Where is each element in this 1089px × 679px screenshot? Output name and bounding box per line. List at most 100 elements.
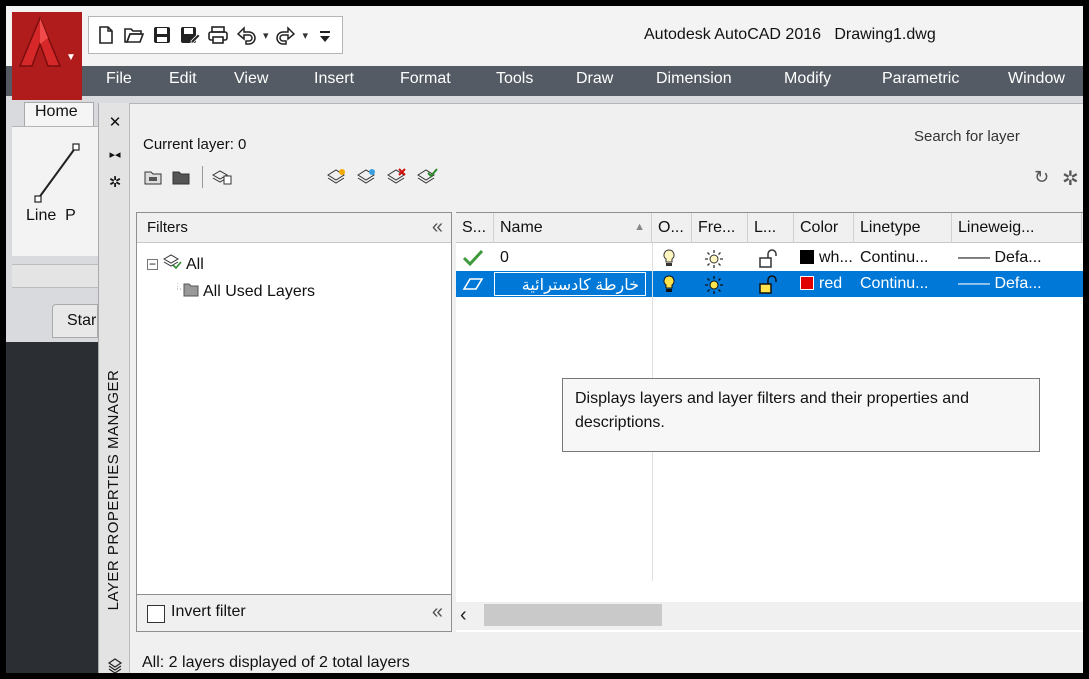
layer-color[interactable]: red (794, 271, 854, 297)
title-bar: ▾ ▾ Autodesk AutoCAD 2016 Drawing1.dwg (6, 6, 1083, 66)
menu-dimension[interactable]: Dimension (656, 70, 732, 88)
layer-linetype[interactable]: Continu... (854, 271, 952, 297)
layer-on-bulb-icon[interactable] (656, 271, 692, 297)
layer-toolbar (326, 166, 444, 186)
current-layer-label: Current layer: 0 (143, 136, 247, 153)
layer-color[interactable]: wh... (794, 245, 854, 271)
column-name[interactable]: Name ▲ (494, 213, 652, 243)
window-title: Autodesk AutoCAD 2016 Drawing1.dwg (644, 26, 936, 43)
tree-collapse-icon[interactable]: − (147, 258, 158, 270)
palette-title: LAYER PROPERTIES MANAGER (105, 369, 122, 611)
filter-tree-all-used[interactable]: All Used Layers (176, 281, 316, 302)
column-freeze[interactable]: Fre... (692, 213, 748, 243)
new-icon[interactable] (95, 24, 117, 46)
layer-name[interactable]: 0 (494, 245, 644, 271)
menu-file[interactable]: File (106, 70, 132, 88)
invert-filter-bar: Invert filter « (136, 594, 452, 632)
layer-lineweight[interactable]: —— Defa... (952, 245, 1082, 271)
palette-title-bar[interactable]: ✕ ▸◂ ✲ LAYER PROPERTIES MANAGER (98, 103, 130, 673)
new-layer-icon[interactable] (326, 166, 348, 186)
scroll-thumb[interactable] (484, 604, 662, 626)
filter-toolbar (142, 166, 239, 188)
open-icon[interactable] (123, 24, 145, 46)
menu-tools[interactable]: Tools (496, 70, 533, 88)
ribbon-area: Home Line P Star (6, 96, 98, 673)
toolbar-divider (202, 166, 203, 188)
menu-draw[interactable]: Draw (576, 70, 613, 88)
tooltip: Displays layers and layer filters and th… (562, 378, 1040, 452)
color-swatch (800, 276, 814, 290)
delete-layer-icon[interactable] (386, 166, 408, 186)
tab-start[interactable]: Star (52, 304, 98, 338)
column-on[interactable]: O... (652, 213, 692, 243)
layer-unlocked-icon[interactable] (752, 245, 794, 271)
customize-icon[interactable] (314, 24, 336, 46)
menu-modify[interactable]: Modify (784, 70, 831, 88)
menu-view[interactable]: View (234, 70, 268, 88)
filter-tree-all-used-label: All Used Layers (203, 282, 316, 300)
properties-gear-icon[interactable]: ✲ (107, 175, 123, 191)
color-swatch (800, 250, 814, 264)
tab-home[interactable]: Home (24, 102, 94, 126)
menu-parametric[interactable]: Parametric (882, 70, 959, 88)
layer-states-manager-icon[interactable] (211, 167, 233, 187)
column-linetype[interactable]: Linetype (854, 213, 952, 243)
column-color[interactable]: Color (794, 213, 854, 243)
invert-filter-checkbox[interactable] (147, 605, 165, 623)
layer-color-label: wh... (819, 249, 853, 266)
layer-thawed-sun-icon[interactable] (698, 271, 748, 297)
scroll-left-icon[interactable]: ‹ (460, 604, 467, 627)
refresh-icon[interactable]: ↻ (1034, 167, 1049, 188)
set-current-icon[interactable] (416, 166, 438, 186)
save-as-icon[interactable] (179, 24, 201, 46)
layer-properties-manager: Current layer: 0 Search for layer ↻ ✲ Fi… (130, 103, 1083, 673)
current-layer-check-icon (456, 245, 494, 271)
close-icon[interactable]: ✕ (107, 115, 123, 131)
application-menu-button[interactable]: ▼ (12, 12, 82, 100)
column-status[interactable]: S... (456, 213, 494, 243)
settings-icon[interactable]: ✲ (1062, 166, 1079, 191)
search-input[interactable]: Search for layer (914, 128, 1020, 145)
sort-ascending-icon: ▲ (634, 221, 645, 233)
used-layers-filter-icon (176, 281, 199, 302)
filters-panel: Filters « − All All Used Layers (136, 212, 452, 632)
redo-icon[interactable] (275, 24, 297, 46)
layer-list-header: S... Name ▲ O... Fre... L... Color Linet… (456, 213, 1083, 243)
filter-tree-all[interactable]: − All (147, 253, 204, 276)
collapse-icon[interactable]: « (432, 601, 443, 624)
line-tool-icon[interactable] (34, 141, 80, 203)
layer-linetype[interactable]: Continu... (854, 245, 952, 271)
menu-format[interactable]: Format (400, 70, 451, 88)
autocad-window: ▾ ▾ Autodesk AutoCAD 2016 Drawing1.dwg F… (0, 0, 1089, 679)
menu-edit[interactable]: Edit (169, 70, 197, 88)
horizontal-scrollbar[interactable]: ‹ › (456, 602, 1083, 630)
layer-row[interactable]: 0 wh... Continu... —— Defa... (456, 245, 1083, 271)
menu-insert[interactable]: Insert (314, 70, 354, 88)
column-name-label: Name (500, 219, 543, 236)
layer-name-edit-field[interactable]: خارطة كادسترائية (494, 272, 646, 296)
all-layers-filter-icon (162, 253, 182, 276)
column-lineweight[interactable]: Lineweig... (952, 213, 1082, 243)
layer-stack-icon (107, 657, 123, 673)
column-lock[interactable]: L... (748, 213, 794, 243)
layer-row-selected[interactable]: خارطة كادسترائية red Continu... —— Defa.… (456, 271, 1083, 297)
draw-panel: Line P (12, 126, 98, 256)
quick-access-toolbar: ▾ ▾ (88, 16, 344, 54)
collapse-filters-icon[interactable]: « (432, 216, 443, 239)
undo-dropdown-icon[interactable]: ▾ (263, 29, 269, 42)
menu-window[interactable]: Window (1008, 70, 1065, 88)
redo-dropdown-icon[interactable]: ▾ (303, 29, 309, 42)
new-group-filter-icon[interactable] (170, 167, 192, 187)
save-icon[interactable] (151, 24, 173, 46)
auto-hide-icon[interactable]: ▸◂ (107, 147, 123, 163)
layer-lineweight[interactable]: —— Defa... (952, 271, 1082, 297)
drawing-area[interactable] (6, 342, 98, 673)
layer-unlocked-icon[interactable] (752, 271, 794, 297)
layer-thawed-sun-icon[interactable] (698, 245, 748, 271)
line-tool-label: Line P (26, 207, 76, 224)
new-layer-vp-frozen-icon[interactable] (356, 166, 378, 186)
plot-icon[interactable] (207, 24, 229, 46)
undo-icon[interactable] (235, 24, 257, 46)
layer-on-bulb-icon[interactable] (656, 245, 692, 271)
new-property-filter-icon[interactable] (142, 167, 164, 187)
